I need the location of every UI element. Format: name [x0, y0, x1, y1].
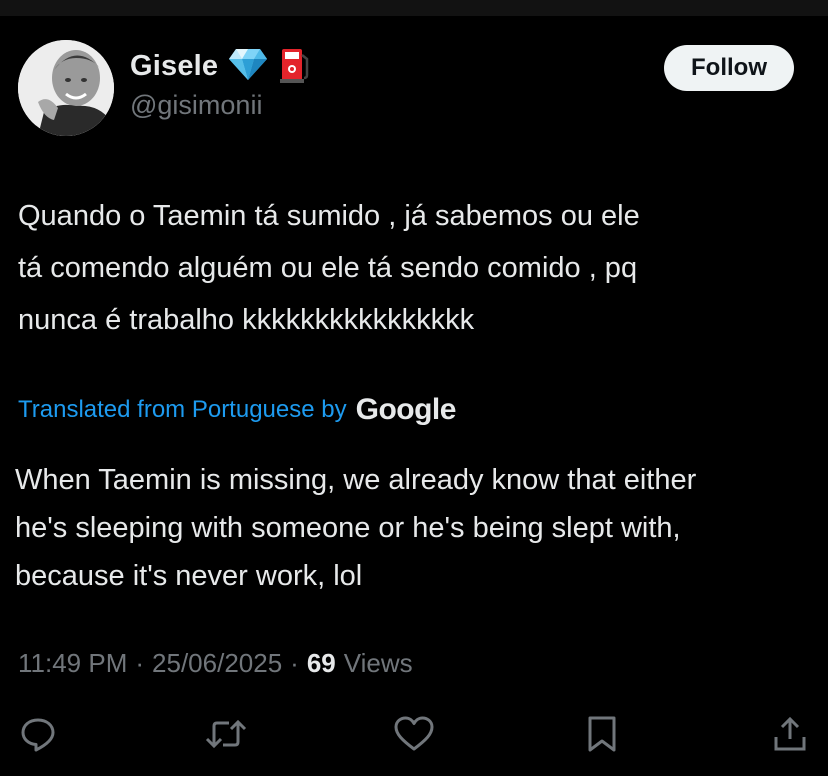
action-bar — [0, 710, 828, 758]
tweet-text-line: Quando o Taemin tá sumido , já sabemos o… — [18, 200, 640, 232]
share-icon — [774, 716, 806, 751]
tweet-text-line: nunca é trabalho kkkkkkkkkkkkkkkk — [18, 304, 475, 336]
translated-text-line: because it's never work, lol — [15, 560, 363, 592]
share-button[interactable] — [766, 710, 814, 758]
gem-emoji-icon — [228, 47, 268, 86]
google-logo: Google — [355, 393, 457, 426]
follow-button[interactable]: Follow — [664, 45, 794, 91]
status-bar-strip — [0, 0, 828, 16]
bookmark-button[interactable] — [578, 710, 626, 758]
reply-icon — [21, 718, 55, 752]
retweet-icon — [205, 719, 247, 749]
tweet-time[interactable]: 11:49 PM — [18, 648, 127, 679]
views-label[interactable]: Views — [344, 648, 413, 679]
user-name-row: Gisele — [130, 46, 312, 86]
tweet-text-line: tá comendo alguém ou ele tá sendo comido… — [18, 252, 638, 284]
display-name[interactable]: Gisele — [130, 50, 218, 83]
meta-separator: · — [135, 647, 145, 678]
translated-from-label[interactable]: Translated from Portuguese by — [18, 396, 347, 424]
translated-text: When Taemin is missing, we already know … — [15, 456, 815, 600]
bookmark-icon — [588, 716, 616, 752]
tweet-meta: 11:49 PM · 25/06/2025 · 69 Views — [18, 644, 413, 682]
like-button[interactable] — [390, 710, 438, 758]
translation-attribution[interactable]: Translated from Portuguese by Google — [18, 390, 456, 430]
retweet-button[interactable] — [202, 710, 250, 758]
tweet-date[interactable]: 25/06/2025 — [152, 648, 282, 679]
reply-button[interactable] — [14, 710, 62, 758]
like-icon — [394, 716, 434, 751]
tweet-text: Quando o Taemin tá sumido , já sabemos o… — [18, 190, 808, 346]
fuel-pump-emoji-icon — [278, 45, 312, 88]
user-handle[interactable]: @gisimonii — [130, 90, 262, 121]
translated-text-line: When Taemin is missing, we already know … — [15, 464, 697, 496]
avatar[interactable] — [18, 40, 114, 136]
avatar-photo-icon — [18, 40, 114, 136]
views-count[interactable]: 69 — [307, 648, 336, 679]
translated-text-line: he's sleeping with someone or he's being… — [15, 512, 681, 544]
meta-separator: · — [290, 647, 299, 678]
